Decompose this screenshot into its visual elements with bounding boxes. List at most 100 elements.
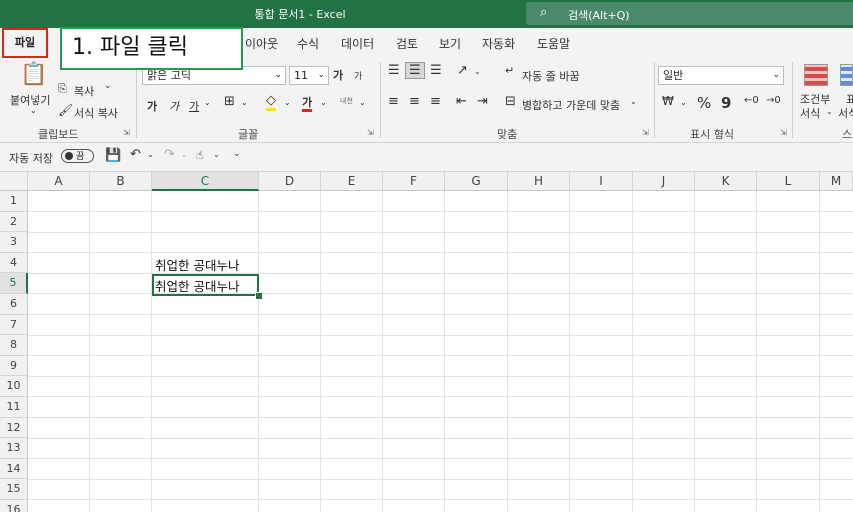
dialog-launcher-icon[interactable]: ⇲ xyxy=(780,128,787,137)
dialog-launcher-icon[interactable]: ⇲ xyxy=(367,128,374,137)
currency-icon[interactable]: ₩ xyxy=(662,94,674,108)
column-header-a[interactable]: A xyxy=(28,172,90,191)
italic-button[interactable]: 가 xyxy=(169,98,179,114)
row-header-12[interactable]: 12 xyxy=(0,417,28,439)
chevron-down-icon[interactable]: ⌄ xyxy=(204,98,211,107)
touch-mode-icon[interactable]: ☝ xyxy=(196,148,203,162)
shrink-font-button[interactable]: 가 xyxy=(354,69,362,82)
autosave-toggle[interactable]: 끔 xyxy=(61,149,94,163)
border-icon[interactable]: ⊞ xyxy=(224,94,235,109)
column-header-d[interactable]: D xyxy=(259,172,321,191)
number-format-combo[interactable]: 일반 ⌄ xyxy=(658,66,784,85)
phonetic-guide-button[interactable]: 내천 xyxy=(340,96,353,106)
column-header-m[interactable]: M xyxy=(820,172,853,191)
fill-handle[interactable] xyxy=(255,292,263,300)
row-header-2[interactable]: 2 xyxy=(0,211,28,233)
decrease-indent-icon[interactable]: ⇤ xyxy=(456,94,467,109)
align-middle-icon[interactable]: ☰ xyxy=(405,62,425,79)
percent-button[interactable]: % xyxy=(697,94,711,112)
select-all-corner[interactable] xyxy=(0,172,28,191)
align-center-icon[interactable]: ≡ xyxy=(409,94,420,109)
row-header-14[interactable]: 14 xyxy=(0,458,28,480)
tab-view[interactable]: 보기 xyxy=(439,35,461,52)
tab-page-layout[interactable]: 이아웃 xyxy=(245,35,278,52)
cell-c4[interactable]: 취업한 공대누나 xyxy=(155,255,239,274)
tab-automate[interactable]: 자동화 xyxy=(482,35,515,52)
dialog-launcher-icon[interactable]: ⇲ xyxy=(123,128,130,137)
redo-icon[interactable]: ↷ xyxy=(164,147,175,162)
worksheet-grid[interactable]: A B C D E F G H I J K L M 1 2 3 4 5 6 7 … xyxy=(0,172,853,512)
save-icon[interactable]: 💾 xyxy=(105,148,121,163)
copy-button[interactable]: 복사 xyxy=(74,83,94,99)
decrease-decimal-icon[interactable]: →0 xyxy=(766,95,781,106)
row-header-7[interactable]: 7 xyxy=(0,314,28,336)
column-header-b[interactable]: B xyxy=(90,172,152,191)
row-header-4[interactable]: 4 xyxy=(0,252,28,274)
underline-button[interactable]: 가 xyxy=(189,98,199,114)
copy-icon[interactable]: ⎘ xyxy=(58,82,67,96)
row-header-16[interactable]: 16 xyxy=(0,500,28,512)
row-header-5[interactable]: 5 xyxy=(0,273,28,294)
chevron-down-icon[interactable]: ⌄ xyxy=(181,150,188,159)
chevron-down-icon[interactable]: ⌄ xyxy=(104,81,112,91)
chevron-down-icon[interactable]: ⌄ xyxy=(320,98,327,107)
row-header-3[interactable]: 3 xyxy=(0,232,28,253)
font-size-combo[interactable]: 11 ⌄ xyxy=(289,66,329,85)
row-header-15[interactable]: 15 xyxy=(0,479,28,500)
chevron-down-icon[interactable]: ⌄ xyxy=(359,98,366,107)
chevron-down-icon[interactable]: ⌄ xyxy=(213,150,220,159)
font-color-button[interactable]: 가 xyxy=(302,96,313,112)
grow-font-button[interactable]: 가 xyxy=(333,67,343,83)
tab-help[interactable]: 도움말 xyxy=(537,35,570,52)
column-header-k[interactable]: K xyxy=(695,172,757,191)
row-header-6[interactable]: 6 xyxy=(0,294,28,315)
row-header-10[interactable]: 10 xyxy=(0,376,28,397)
align-left-icon[interactable]: ≡ xyxy=(388,94,399,109)
column-header-h[interactable]: H xyxy=(508,172,570,191)
column-header-g[interactable]: G xyxy=(445,172,508,191)
column-header-i[interactable]: I xyxy=(570,172,633,191)
chevron-down-icon[interactable]: ⌄ xyxy=(30,106,37,115)
align-top-icon[interactable]: ☰ xyxy=(388,63,400,78)
orientation-icon[interactable]: ↗ xyxy=(457,63,468,78)
merge-center-icon[interactable]: ⊟ xyxy=(505,94,516,109)
format-painter-icon[interactable]: 🖌 xyxy=(58,103,73,117)
bold-button[interactable]: 가 xyxy=(147,98,157,114)
tab-review[interactable]: 검토 xyxy=(396,35,418,52)
column-header-c[interactable]: C xyxy=(152,172,259,191)
conditional-formatting-icon[interactable] xyxy=(804,64,828,86)
chevron-down-icon[interactable]: ⌄ xyxy=(680,98,687,107)
merge-center-button[interactable]: 병합하고 가운데 맞춤 xyxy=(522,97,620,113)
chevron-down-icon[interactable]: ⌄ xyxy=(147,150,154,159)
column-header-e[interactable]: E xyxy=(321,172,383,191)
increase-indent-icon[interactable]: ⇥ xyxy=(477,94,488,109)
chevron-down-icon[interactable]: ⌄ xyxy=(474,67,481,76)
tab-formulas[interactable]: 수식 xyxy=(297,35,319,52)
row-header-11[interactable]: 11 xyxy=(0,397,28,418)
dialog-launcher-icon[interactable]: ⇲ xyxy=(642,128,649,137)
fill-color-icon[interactable]: ◇ xyxy=(266,94,276,111)
row-header-8[interactable]: 8 xyxy=(0,335,28,356)
increase-decimal-icon[interactable]: ←0 xyxy=(744,95,759,106)
customize-qat-icon[interactable]: ⌄ xyxy=(233,149,241,159)
align-bottom-icon[interactable]: ☰ xyxy=(430,63,442,78)
tab-data[interactable]: 데이터 xyxy=(341,35,374,52)
row-header-9[interactable]: 9 xyxy=(0,355,28,377)
format-as-table-icon[interactable] xyxy=(840,64,853,86)
align-right-icon[interactable]: ≡ xyxy=(430,94,441,109)
chevron-down-icon[interactable]: ⌄ xyxy=(630,97,637,106)
comma-button[interactable]: 9 xyxy=(721,94,731,112)
undo-icon[interactable]: ↶ xyxy=(130,147,141,162)
row-header-13[interactable]: 13 xyxy=(0,438,28,459)
chevron-down-icon[interactable]: ⌄ xyxy=(284,98,291,107)
column-header-f[interactable]: F xyxy=(383,172,445,191)
wrap-text-icon[interactable]: ↵ xyxy=(505,64,514,77)
format-painter-button[interactable]: 서식 복사 xyxy=(74,105,118,121)
tab-file[interactable]: 파일 xyxy=(2,28,48,58)
column-header-j[interactable]: J xyxy=(633,172,695,191)
wrap-text-button[interactable]: 자동 줄 바꿈 xyxy=(522,68,580,84)
paste-icon[interactable]: 📋 xyxy=(20,62,47,87)
search-box[interactable]: ⌕ 검색(Alt+Q) xyxy=(526,2,853,25)
row-header-1[interactable]: 1 xyxy=(0,191,28,212)
chevron-down-icon[interactable]: ⌄ xyxy=(826,107,833,116)
